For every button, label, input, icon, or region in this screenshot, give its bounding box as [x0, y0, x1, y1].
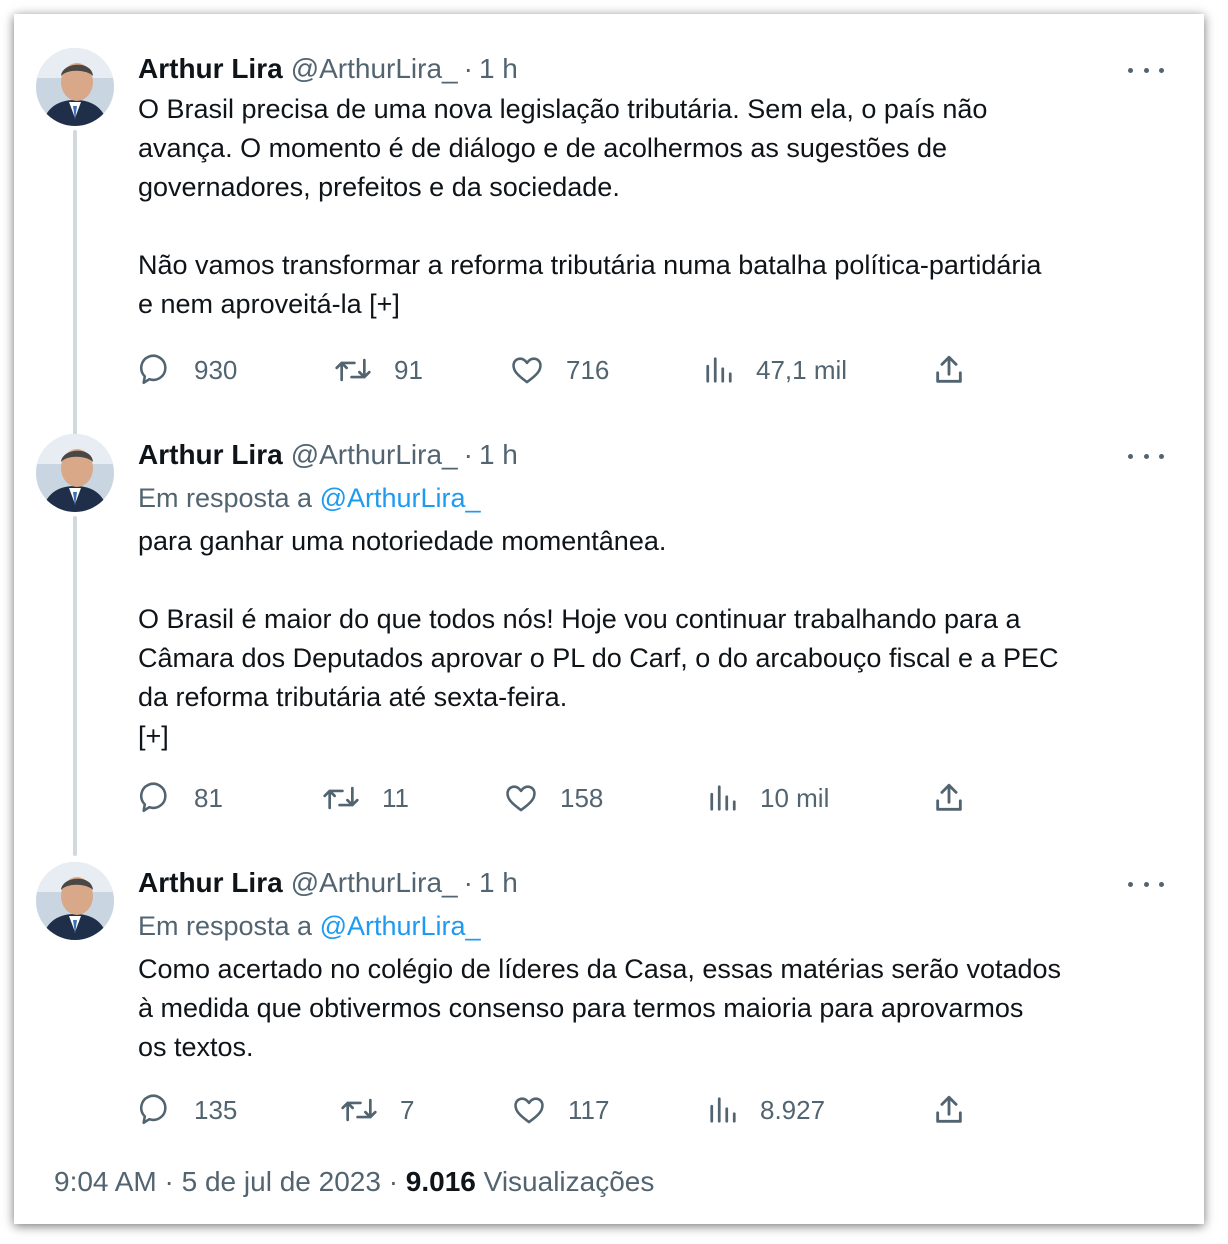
share-button[interactable] — [932, 776, 966, 820]
author-name[interactable]: Arthur Lira — [138, 867, 283, 899]
avatar[interactable] — [36, 48, 114, 126]
share-icon — [936, 355, 962, 383]
reply-button[interactable]: 81 — [138, 776, 223, 820]
retweet-button[interactable]: 7 — [340, 1088, 414, 1132]
retweet-icon — [335, 358, 371, 382]
more-icon[interactable] — [1128, 60, 1164, 80]
replying-to: Em resposta a @ArthurLira_ — [138, 906, 1158, 946]
reply-icon — [140, 782, 167, 813]
reply-button[interactable]: 930 — [138, 348, 237, 392]
tweet-time[interactable]: 1 h — [479, 867, 518, 899]
footer-views-count: 9.016 — [405, 1166, 476, 1197]
replying-to: Em resposta a @ArthurLira_ — [138, 478, 1158, 518]
tweet-header: Arthur Lira @ArthurLira_ · 1 h — [138, 438, 1158, 472]
views-icon — [710, 1097, 736, 1123]
footer-views-label: Visualizações — [483, 1166, 655, 1197]
tweet-actions: 930 91 716 47,1 mil — [138, 348, 978, 392]
separator-dot: · — [164, 1166, 182, 1197]
separator-dot: · — [388, 1166, 406, 1197]
thread-line — [73, 516, 77, 856]
retweet-count: 11 — [382, 782, 409, 813]
replying-to-prefix: Em resposta a — [138, 911, 313, 941]
separator-dot: · — [463, 53, 473, 84]
views-count: 10 mil — [760, 782, 830, 813]
tweet-text: O Brasil precisa de uma nova legislação … — [138, 94, 1042, 319]
views-button[interactable]: 8.927 — [708, 1088, 825, 1132]
separator-dot: · — [463, 439, 473, 470]
views-count: 8.927 — [760, 1094, 826, 1125]
like-count: 716 — [566, 354, 610, 385]
tweet-text: Como acertado no colégio de líderes da C… — [138, 954, 1062, 1062]
thread-line — [73, 130, 77, 442]
author-handle[interactable]: @ArthurLira_ — [291, 53, 458, 85]
avatar[interactable] — [36, 862, 114, 940]
replying-to-prefix: Em resposta a — [138, 483, 313, 513]
tweet-time[interactable]: 1 h — [479, 53, 518, 85]
more-icon[interactable] — [1128, 874, 1164, 894]
share-button[interactable] — [932, 1088, 966, 1132]
footer-time[interactable]: 9:04 AM — [54, 1166, 157, 1197]
reply-count: 930 — [194, 354, 238, 385]
reply-count: 135 — [194, 1094, 238, 1125]
views-icon — [710, 785, 736, 811]
author-name[interactable]: Arthur Lira — [138, 53, 283, 85]
separator-dot: · — [463, 867, 473, 898]
like-button[interactable]: 158 — [504, 776, 603, 820]
tweet-footer: 9:04 AM · 5 de jul de 2023 · 9.016 Visua… — [54, 1166, 654, 1198]
like-count: 158 — [560, 782, 604, 813]
views-count: 47,1 mil — [756, 354, 848, 385]
replying-to-handle[interactable]: @ArthurLira_ — [320, 911, 481, 941]
tweet-header: Arthur Lira @ArthurLira_ · 1 h — [138, 52, 1158, 86]
views-button[interactable]: 10 mil — [708, 776, 829, 820]
retweet-button[interactable]: 91 — [334, 348, 423, 392]
share-button[interactable] — [932, 348, 966, 392]
like-button[interactable]: 117 — [512, 1088, 609, 1132]
author-handle[interactable]: @ArthurLira_ — [291, 867, 458, 899]
author-handle[interactable]: @ArthurLira_ — [291, 439, 458, 471]
retweet-icon — [341, 1098, 377, 1122]
author-name[interactable]: Arthur Lira — [138, 439, 283, 471]
retweet-button[interactable]: 11 — [322, 776, 409, 820]
more-icon[interactable] — [1128, 446, 1164, 466]
reply-button[interactable]: 135 — [138, 1088, 237, 1132]
tweet-text: para ganhar uma notoriedade momentânea. … — [138, 526, 1059, 751]
like-count: 117 — [568, 1094, 610, 1125]
tweet-thread-card: Arthur Lira @ArthurLira_ · 1 h O Brasil … — [14, 14, 1204, 1224]
share-icon — [936, 783, 962, 811]
tweet-actions: 81 11 158 10 mil — [138, 776, 978, 820]
like-icon — [506, 785, 536, 812]
views-button[interactable]: 47,1 mil — [704, 348, 847, 392]
share-icon — [936, 1095, 962, 1123]
replying-to-handle[interactable]: @ArthurLira_ — [320, 483, 481, 513]
tweet-header: Arthur Lira @ArthurLira_ · 1 h — [138, 866, 1158, 900]
tweet-actions: 135 7 117 8.927 — [138, 1088, 978, 1132]
reply-icon — [140, 1094, 167, 1125]
like-button[interactable]: 716 — [510, 348, 609, 392]
reply-icon — [140, 354, 167, 385]
footer-date[interactable]: 5 de jul de 2023 — [182, 1166, 381, 1197]
views-icon — [706, 357, 732, 383]
like-icon — [514, 1097, 544, 1124]
tweet-time[interactable]: 1 h — [479, 439, 518, 471]
reply-count: 81 — [194, 782, 223, 813]
retweet-count: 7 — [400, 1094, 415, 1125]
retweet-icon — [323, 786, 359, 810]
like-icon — [512, 357, 542, 384]
retweet-count: 91 — [394, 354, 423, 385]
avatar[interactable] — [36, 434, 114, 512]
